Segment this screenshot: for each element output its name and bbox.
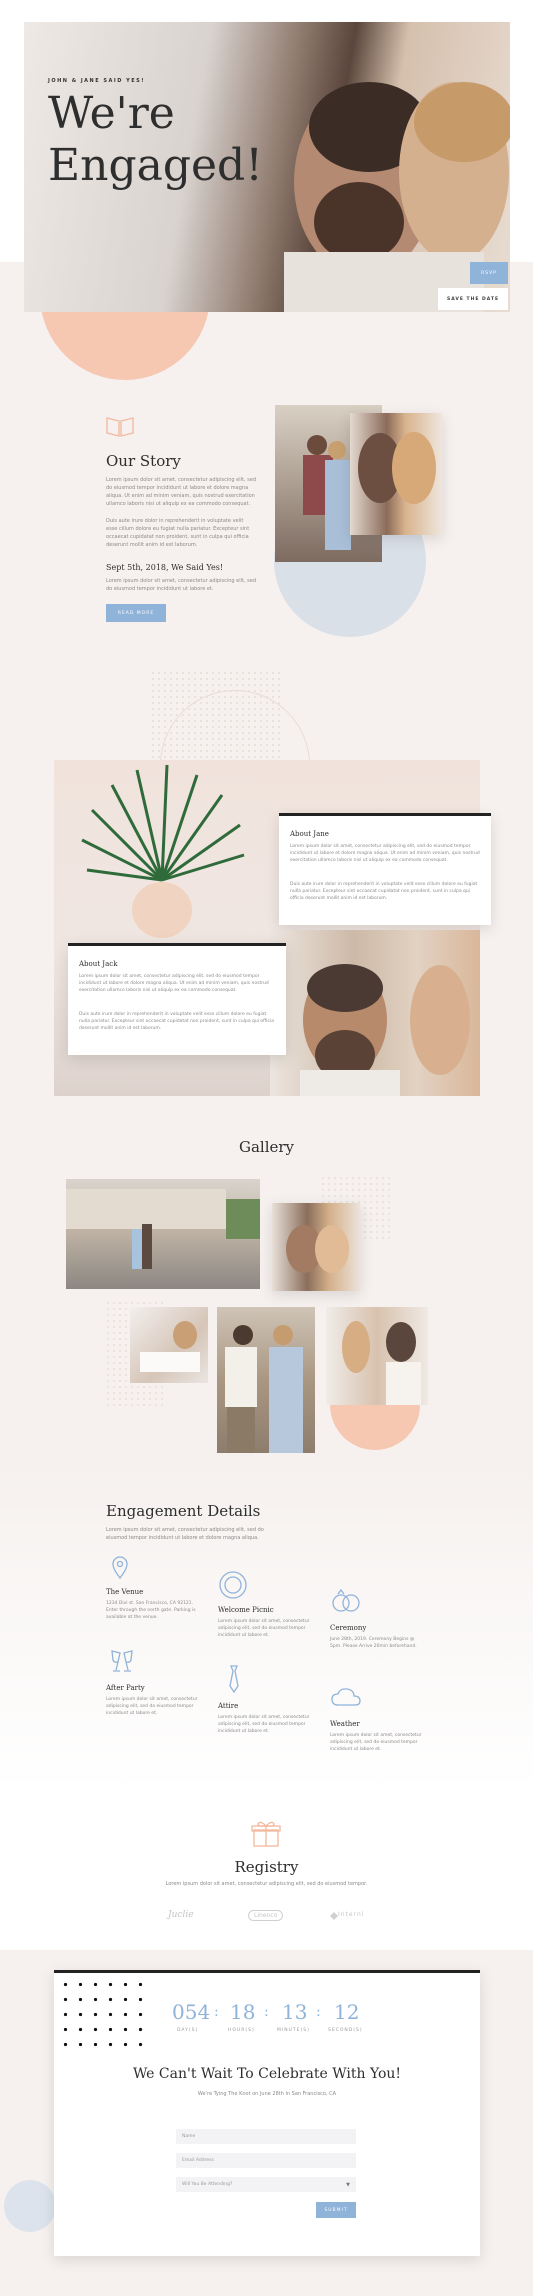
- weather-title: Weather: [330, 1720, 360, 1728]
- rsvp-name-input[interactable]: Name: [176, 2129, 356, 2144]
- details-intro: Lorem ipsum dolor sit amet, consectetur …: [106, 1527, 264, 1541]
- countdown-seconds-label: SECOND(S): [328, 2028, 363, 2033]
- map-pin-icon: [112, 1556, 128, 1580]
- gallery-photo-2[interactable]: [272, 1203, 360, 1291]
- rsvp-attending-select[interactable]: Will You Be Attending? ▼: [176, 2177, 356, 2192]
- registry-logo-1[interactable]: Juclie: [168, 1910, 194, 1920]
- champagne-glasses-icon: [111, 1650, 133, 1672]
- about-jack-card: About Jack Lorem ipsum dolor sit amet, c…: [68, 943, 286, 1055]
- jack-photo: [270, 930, 480, 1096]
- story-photo-2: [350, 413, 442, 535]
- registry-logo-3[interactable]: Interni: [338, 1911, 364, 1918]
- venue-title: The Venue: [106, 1588, 144, 1596]
- gallery-photo-4[interactable]: [217, 1307, 315, 1453]
- story-paragraph-1: Lorem ipsum dolor sit amet, consectetur …: [106, 477, 256, 507]
- ceremony-text: June 28th, 2019. Ceremony Begins @ 5pm. …: [330, 1637, 417, 1649]
- ceremony-title: Ceremony: [330, 1624, 367, 1632]
- about-jane-card: About Jane Lorem ipsum dolor sit amet, c…: [279, 813, 491, 925]
- celebrate-subheading: We're Tying The Knot on June 28th in San…: [197, 2091, 337, 2097]
- about-jane-title: About Jane: [290, 830, 329, 838]
- rsvp-email-input[interactable]: Email Address: [176, 2153, 356, 2168]
- countdown-days: 054: [172, 2000, 211, 2024]
- gallery-photo-5[interactable]: [326, 1307, 428, 1405]
- about-jack-p2: Duis aute irure dolor in reprehenderit i…: [79, 1012, 275, 1031]
- details-title: Engagement Details: [106, 1502, 261, 1520]
- story-title: Our Story: [106, 452, 181, 470]
- gift-icon: [251, 1821, 281, 1847]
- rsvp-black-dots: [54, 1973, 144, 2047]
- countdown-hours-label: HOUR(S): [228, 2028, 255, 2033]
- rsvp-blue-circle: [4, 2180, 56, 2232]
- about-jane-p1: Lorem ipsum dolor sit amet, consectetur …: [290, 844, 480, 863]
- countdown: 054 DAY(S) : 18 HOUR(S) : 13 MINUTE(S) :…: [160, 2000, 380, 2040]
- attire-title: Attire: [218, 1702, 239, 1710]
- registry-logo-2[interactable]: Linenco: [248, 1910, 284, 1921]
- countdown-sep-3: :: [316, 2004, 321, 2020]
- read-more-button[interactable]: READ MORE: [106, 604, 166, 622]
- attire-text: Lorem ipsum dolor sit amet, consectetur …: [218, 1715, 310, 1734]
- countdown-days-label: DAY(S): [177, 2028, 199, 2033]
- rsvp-submit-button[interactable]: SUBMIT: [316, 2202, 356, 2218]
- registry-text: Lorem ipsum dolor sit amet, consectetur …: [165, 1881, 368, 1887]
- after-party-title: After Party: [106, 1684, 145, 1692]
- countdown-hours: 18: [230, 2000, 256, 2024]
- palm-leaf-image: [81, 764, 245, 938]
- registry-logo-3-icon: [330, 1912, 338, 1920]
- countdown-minutes: 13: [282, 2000, 308, 2024]
- weather-text: Lorem ipsum dolor sit amet, consectetur …: [330, 1733, 422, 1752]
- save-the-date-button[interactable]: SAVE THE DATE: [438, 288, 508, 310]
- about-jack-title: About Jack: [79, 960, 118, 968]
- countdown-sep-2: :: [264, 2004, 269, 2020]
- cloud-icon: [331, 1688, 361, 1706]
- hero-title-line2: Engaged!: [48, 140, 263, 191]
- rsvp-button[interactable]: RSVP: [470, 262, 508, 284]
- gallery-title: Gallery: [238, 1138, 295, 1156]
- picnic-title: Welcome Picnic: [218, 1606, 274, 1614]
- gallery-photo-3[interactable]: [130, 1307, 208, 1383]
- hero-title-line1: We're: [48, 88, 175, 139]
- story-paragraph-2: Duis aute irure dolor in reprehenderit i…: [106, 518, 250, 548]
- tie-icon: [229, 1665, 239, 1694]
- registry-title: Registry: [234, 1858, 299, 1876]
- about-jane-p2: Duis aute irure dolor in reprehenderit i…: [290, 882, 478, 901]
- venue-text: 1234 Divi st. San Francisco, CA 92121. E…: [106, 1601, 196, 1620]
- rings-icon: [332, 1588, 360, 1612]
- after-party-text: Lorem ipsum dolor sit amet, consectetur …: [106, 1697, 198, 1716]
- countdown-sep-1: :: [214, 2004, 219, 2020]
- hero-names: JOHN & JANE SAID YES!: [48, 78, 146, 84]
- countdown-minutes-label: MINUTE(S): [277, 2028, 310, 2033]
- chevron-down-icon: ▼: [346, 2181, 350, 2188]
- countdown-seconds: 12: [334, 2000, 360, 2024]
- celebrate-heading: We Can't Wait To Celebrate With You!: [132, 2066, 402, 2082]
- book-icon: [106, 417, 134, 437]
- plate-icon: [219, 1571, 247, 1599]
- about-jack-p1: Lorem ipsum dolor sit amet, consectetur …: [79, 974, 269, 993]
- rsvp-attending-value: Will You Be Attending?: [182, 2182, 233, 2187]
- gallery-photo-1[interactable]: [66, 1179, 260, 1289]
- story-date-heading: Sept 5th, 2018, We Said Yes!: [106, 563, 224, 572]
- picnic-text: Lorem ipsum dolor sit amet, consectetur …: [218, 1619, 310, 1638]
- story-paragraph-3: Lorem ipsum dolor sit amet, consectetur …: [106, 578, 256, 592]
